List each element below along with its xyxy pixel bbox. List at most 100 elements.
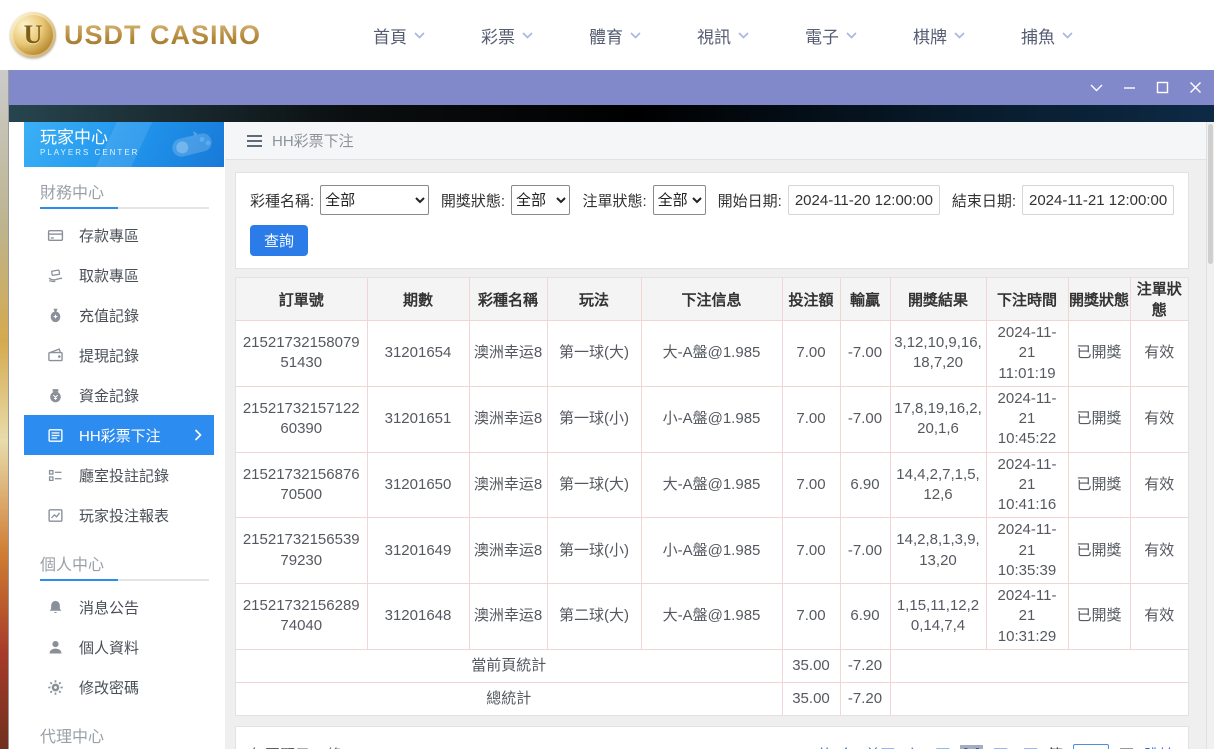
- sidebar-item-deposit[interactable]: 存款專區: [24, 215, 214, 255]
- nav-item-fishing[interactable]: 捕魚: [1021, 23, 1073, 48]
- collapse-button[interactable]: [1089, 81, 1103, 95]
- sidebar-item-label: 個人資料: [79, 639, 140, 657]
- sidebar-item-hh-lottery-bets[interactable]: HH彩票下注: [24, 415, 214, 455]
- section-finance-heading: 財務中心: [40, 185, 105, 202]
- table-header-row: 訂單號 期數 彩種名稱 玩法 下注信息 投注額 輸贏 開獎結果 下注時間 開獎狀…: [236, 278, 1188, 321]
- chevron-down-icon: [846, 31, 857, 39]
- sidebar-item-player-bet-report[interactable]: 玩家投注報表: [24, 495, 214, 535]
- cell-order-id: 2152173215653979230: [236, 517, 368, 584]
- col-order-id: 訂單號: [236, 278, 368, 321]
- cell-bet-amount: 7.00: [781, 517, 841, 584]
- nav-item-lottery[interactable]: 彩票: [481, 23, 533, 48]
- jump-page-input[interactable]: [1072, 743, 1109, 749]
- jump-suffix-label: 页: [1119, 744, 1134, 749]
- cell-order-id: 2152173215807951430: [236, 320, 368, 387]
- prev-page-link[interactable]: 上一页: [905, 744, 950, 749]
- cell-order-id: 2152173215712260390: [236, 385, 368, 453]
- page-title: HH彩票下注: [272, 133, 354, 150]
- sidebar-item-cashout-record[interactable]: 提現記錄: [24, 335, 214, 375]
- personal-menu: 消息公告 個人資料 修改密碼: [24, 587, 225, 707]
- minimize-button[interactable]: [1122, 81, 1136, 95]
- window-scrollbar[interactable]: [1206, 122, 1214, 749]
- cell-bet-time: 2024-11-21 10:45:22: [985, 385, 1069, 453]
- sidebar-item-profile[interactable]: 個人資料: [24, 627, 214, 667]
- gamepad-icon: [172, 131, 212, 157]
- logo-coin-letter: U: [23, 20, 43, 49]
- maximize-button[interactable]: [1155, 81, 1169, 95]
- main-content: HH彩票下注 彩種名稱: 全部 開獎狀態: 全部 注單狀態: 全部 開始日期: …: [225, 122, 1206, 749]
- sidebar-item-room-bet-record[interactable]: 廳室投註記錄: [24, 455, 214, 495]
- col-draw-status: 開獎狀態: [1067, 278, 1131, 321]
- cell-lottery-name: 澳洲幸运8: [468, 517, 548, 584]
- end-date-input[interactable]: [1022, 185, 1174, 215]
- chevron-down-icon: [522, 31, 533, 39]
- current-page-indicator: [1]: [960, 744, 983, 749]
- sidebar-item-recharge-record[interactable]: 充值記錄: [24, 295, 214, 335]
- nav-label: 捕魚: [1021, 27, 1056, 47]
- nav-item-slots[interactable]: 電子: [805, 23, 857, 48]
- summary-win-loss: -7.20: [839, 648, 891, 683]
- col-draw-result: 開獎結果: [889, 278, 987, 321]
- start-date-label: 開始日期:: [717, 192, 782, 210]
- cell-order-status: 有效: [1129, 517, 1188, 584]
- table-row: 2152173215628974040 31201648 澳洲幸运8 第二球(大…: [236, 583, 1188, 650]
- col-win-loss: 輸贏: [839, 278, 891, 321]
- deposit-card-icon: [47, 227, 64, 244]
- next-page-link[interactable]: 下一页: [993, 744, 1038, 749]
- screen: U USDT CASINO 首頁 彩票 體育 視訊 電子 棋牌 捕魚 玩家中心 …: [0, 0, 1214, 749]
- finance-menu: 存款專區 取款專區 充值記錄 提現記錄 資金記錄 HH彩票下注 廳室投註記錄 玩…: [24, 215, 225, 535]
- first-page-link[interactable]: 首页: [865, 744, 895, 749]
- table-row: 2152173215653979230 31201649 澳洲幸运8 第一球(小…: [236, 517, 1188, 584]
- nav-item-home[interactable]: 首頁: [373, 23, 425, 48]
- scrollbar-thumb[interactable]: [1208, 124, 1213, 264]
- total-count-text: 共5条: [817, 744, 855, 749]
- cell-play-type: 第一球(小): [546, 385, 642, 453]
- bets-table: 訂單號 期數 彩種名稱 玩法 下注信息 投注額 輸贏 開獎結果 下注時間 開獎狀…: [236, 278, 1188, 716]
- col-bet-time: 下注時間: [985, 278, 1069, 321]
- chevron-down-icon: [738, 31, 749, 39]
- nav-item-live[interactable]: 視訊: [697, 23, 749, 48]
- order-status-select[interactable]: 全部: [652, 185, 706, 215]
- site-logo[interactable]: U USDT CASINO: [10, 12, 261, 58]
- sidebar-item-label: 取款專區: [79, 267, 140, 285]
- chevron-down-icon: [954, 31, 965, 39]
- cell-lottery-name: 澳洲幸运8: [468, 385, 548, 453]
- nav-label: 電子: [805, 27, 840, 47]
- cell-win-loss: 6.90: [839, 451, 891, 519]
- cell-period: 31201651: [366, 385, 470, 453]
- cell-bet-amount: 7.00: [781, 385, 841, 453]
- cell-period: 31201654: [366, 320, 470, 387]
- cell-draw-result: 14,4,2,7,1,5,12,6: [889, 451, 987, 519]
- chevron-right-icon: [194, 429, 202, 441]
- content-header: HH彩票下注: [225, 122, 1206, 160]
- cell-win-loss: -7.00: [839, 517, 891, 584]
- summary-label: 總統計: [236, 681, 783, 716]
- sidebar-item-change-password[interactable]: 修改密碼: [24, 667, 214, 707]
- draw-status-select[interactable]: 全部: [511, 185, 571, 215]
- summary-bet-total: 35.00: [781, 681, 841, 716]
- bell-icon: [47, 599, 64, 616]
- sidebar-header: 玩家中心 PLAYERS CENTER: [24, 122, 224, 167]
- nav-item-cards[interactable]: 棋牌: [913, 23, 965, 48]
- window-titlebar: [9, 70, 1214, 105]
- cell-order-status: 有效: [1129, 320, 1188, 387]
- draw-status-label: 開獎狀態:: [440, 192, 506, 210]
- close-button[interactable]: [1188, 81, 1202, 95]
- cell-draw-status: 已開獎: [1067, 385, 1131, 453]
- sidebar-item-funds-record[interactable]: 資金記錄: [24, 375, 214, 415]
- query-button[interactable]: 查詢: [250, 225, 308, 256]
- cell-bet-info: 小-A盤@1.985: [640, 517, 783, 584]
- sidebar-item-withdraw[interactable]: 取款專區: [24, 255, 214, 295]
- menu-icon[interactable]: [247, 134, 262, 147]
- minimize-icon: [1123, 87, 1135, 89]
- start-date-input[interactable]: [787, 185, 940, 215]
- sidebar-item-announcements[interactable]: 消息公告: [24, 587, 214, 627]
- jump-button[interactable]: 跳转: [1144, 744, 1174, 749]
- filter-panel: 彩種名稱: 全部 開獎狀態: 全部 注單狀態: 全部 開始日期: 2024-11…: [235, 172, 1189, 269]
- nav-label: 體育: [589, 27, 624, 47]
- cell-bet-time: 2024-11-21 10:41:16: [985, 451, 1069, 519]
- checklist-icon: [47, 467, 64, 484]
- nav-item-sports[interactable]: 體育: [589, 23, 641, 48]
- lottery-name-select[interactable]: 全部: [320, 185, 429, 215]
- nav-label: 棋牌: [913, 27, 948, 47]
